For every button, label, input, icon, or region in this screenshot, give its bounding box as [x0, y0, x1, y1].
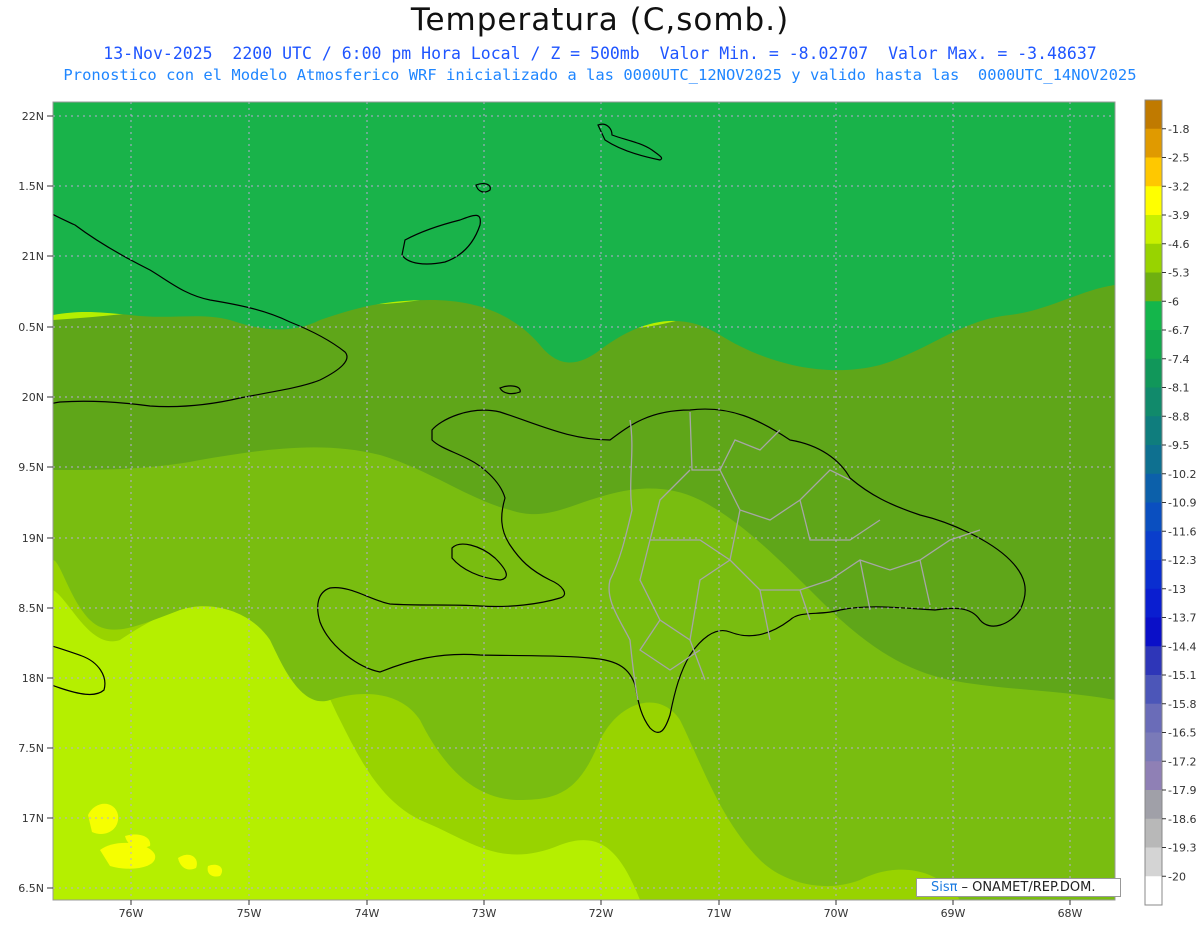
colorbar-swatch — [1145, 128, 1162, 158]
colorbar-label: -8.1 — [1168, 382, 1189, 395]
colorbar-swatch — [1145, 445, 1162, 475]
lon-label: 72W — [589, 907, 614, 920]
latitude-axis: 22N 1.5N 21N 0.5N 20N 9.5N 19N 8.5N 18N 7.5N 17N 6.… — [18, 110, 53, 895]
lat-label: 8.5N — [18, 602, 44, 615]
colorbar-swatch — [1145, 272, 1162, 302]
colorbar-label: -18.6 — [1168, 813, 1196, 826]
longitude-axis: 76W 75W 74W 73W 72W 71W 70W 69W 68W — [119, 900, 1083, 920]
lon-label: 73W — [472, 907, 497, 920]
colorbar-swatch — [1145, 790, 1162, 820]
colorbar-label: -10.9 — [1168, 497, 1196, 510]
colorbar-swatch — [1145, 876, 1162, 906]
colorbar-label: -20 — [1168, 870, 1186, 883]
colorbar-label: -16.5 — [1168, 727, 1196, 740]
colorbar-label: -9.5 — [1168, 439, 1189, 452]
colorbar-swatch — [1145, 818, 1162, 848]
colorbar-label: -15.1 — [1168, 669, 1196, 682]
lat-label: 6.5N — [18, 882, 44, 895]
colorbar-label: -17.2 — [1168, 755, 1196, 768]
colorbar-label: -15.8 — [1168, 698, 1196, 711]
lon-label: 69W — [941, 907, 966, 920]
colorbar-swatch — [1145, 847, 1162, 877]
colorbar-swatch — [1145, 387, 1162, 417]
colorbar-swatch — [1145, 473, 1162, 503]
lat-label: 22N — [22, 110, 44, 123]
colorbar-swatch — [1145, 502, 1162, 532]
colorbar-swatch — [1145, 675, 1162, 705]
colorbar-swatch — [1145, 330, 1162, 360]
colorbar-swatch — [1145, 588, 1162, 618]
colorbar-swatch — [1145, 617, 1162, 647]
lat-label: 17N — [22, 812, 44, 825]
colorbar-swatch — [1145, 761, 1162, 791]
sispi-logo: Sisπ — [931, 880, 958, 895]
colorbar-label: -11.6 — [1168, 525, 1196, 538]
colorbar-swatch — [1145, 416, 1162, 446]
colorbar-label: -6.7 — [1168, 324, 1189, 337]
colorbar-label: -3.9 — [1168, 209, 1189, 222]
colorbar-label: -10.2 — [1168, 468, 1196, 481]
colorbar-label: -13.7 — [1168, 612, 1196, 625]
colorbar-swatch — [1145, 100, 1162, 130]
colorbar-swatch — [1145, 358, 1162, 388]
colorbar-label: -17.9 — [1168, 784, 1196, 797]
lat-label: 0.5N — [18, 321, 44, 334]
colorbar-label: -19.3 — [1168, 842, 1196, 855]
colorbar-label: -12.3 — [1168, 554, 1196, 567]
colorbar-label: -13 — [1168, 583, 1186, 596]
lat-label: 19N — [22, 532, 44, 545]
lat-label: 9.5N — [18, 461, 44, 474]
lon-label: 71W — [707, 907, 732, 920]
colorbar-swatch — [1145, 157, 1162, 187]
shaded-field — [53, 102, 1115, 900]
colorbar-swatch — [1145, 732, 1162, 762]
colorbar-swatch — [1145, 646, 1162, 676]
colorbar-label: -5.3 — [1168, 267, 1189, 280]
colorbar-swatch — [1145, 243, 1162, 273]
temperature-map: 22N 1.5N 21N 0.5N 20N 9.5N 19N 8.5N 18N 7.5N 17N 6.… — [18, 99, 1196, 920]
lon-label: 68W — [1058, 907, 1083, 920]
colorbar-label: -14.4 — [1168, 640, 1196, 653]
source-badge: Sisπ – ONAMET/REP.DOM. — [916, 878, 1121, 897]
colorbar-label: -8.8 — [1168, 410, 1189, 423]
lon-label: 75W — [237, 907, 262, 920]
colorbar-label: -7.4 — [1168, 353, 1189, 366]
colorbar-swatch — [1145, 531, 1162, 561]
lat-label: 18N — [22, 672, 44, 685]
colorbar-swatch — [1145, 215, 1162, 245]
colorbar-label: -3.2 — [1168, 180, 1189, 193]
colorbar-swatch — [1145, 186, 1162, 216]
colorbar-label: -2.5 — [1168, 152, 1189, 165]
lon-label: 74W — [355, 907, 380, 920]
lon-label: 70W — [824, 907, 849, 920]
colorbar-label: -4.6 — [1168, 238, 1189, 251]
lat-label: 20N — [22, 391, 44, 404]
colorbar-label: -6 — [1168, 295, 1179, 308]
lat-label: 21N — [22, 250, 44, 263]
lat-label: 7.5N — [18, 742, 44, 755]
lat-label: 1.5N — [18, 180, 44, 193]
colorbar-label: -1.8 — [1168, 123, 1189, 136]
colorbar-swatch — [1145, 703, 1162, 733]
colorbar: -1.8 -2.5 -3.2 -3.9 -4.6 -5.3 -6 -6.7 -7.4 -8.1 -8… — [1144, 99, 1196, 906]
lon-label: 76W — [119, 907, 144, 920]
colorbar-swatch — [1145, 560, 1162, 590]
colorbar-swatch — [1145, 301, 1162, 331]
onamet-credit: – ONAMET/REP.DOM. — [961, 880, 1096, 895]
